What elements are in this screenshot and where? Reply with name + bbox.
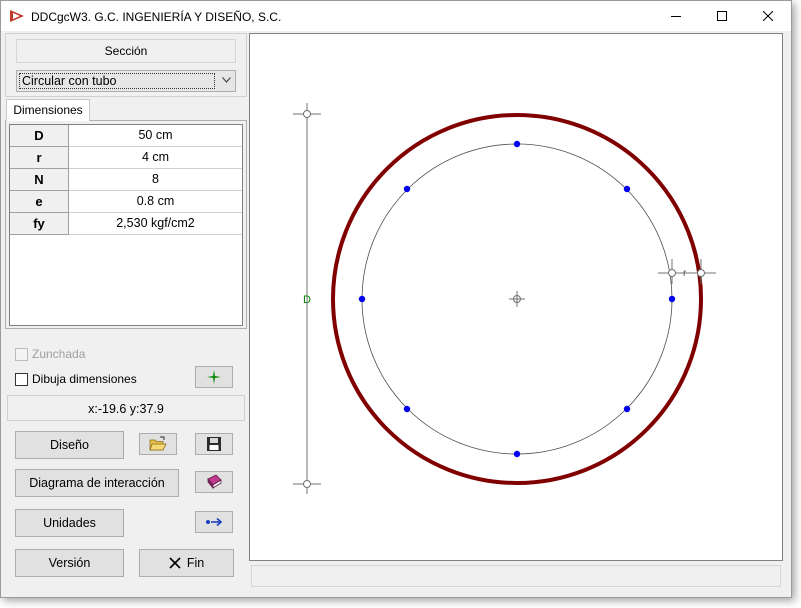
seccion-select[interactable]: Circular con tubo [16, 70, 236, 92]
grid-row-d: D 50 cm [10, 125, 242, 147]
version-button[interactable]: Versión [15, 549, 124, 577]
grid-key: r [10, 147, 69, 169]
crosshair-button[interactable] [195, 366, 233, 388]
rebar-point [623, 185, 631, 193]
app-window: DDCgcW3. G.C. INGENIERÍA Y DISEÑO, S.C. … [0, 0, 792, 598]
section-drawing: D r [293, 103, 716, 494]
fin-button[interactable]: Fin [139, 549, 234, 577]
title-bar: DDCgcW3. G.C. INGENIERÍA Y DISEÑO, S.C. [1, 1, 791, 31]
grid-row-r: r 4 cm [10, 147, 242, 169]
left-panel: Sección Circular con tubo Dimensiones D … [5, 33, 247, 593]
grid-value[interactable]: 8 [69, 169, 242, 191]
rebar-point [403, 185, 411, 193]
grid-key: N [10, 169, 69, 191]
rebar-point [403, 405, 411, 413]
zunchada-label: Zunchada [32, 347, 86, 361]
dimension-handle-bottom[interactable] [303, 480, 311, 488]
grid-value[interactable]: 50 cm [69, 125, 242, 147]
radius-handle-outer[interactable] [697, 269, 705, 277]
rebar-point [668, 295, 676, 303]
rebar-point [513, 140, 521, 148]
options-panel: Zunchada Dibuja dimensiones [5, 333, 247, 393]
fin-label: Fin [186, 556, 205, 570]
grid-value[interactable]: 2,530 kgf/cm2 [69, 213, 242, 235]
dimensions-grid: D 50 cm r 4 cm N 8 e 0.8 cm fy 2,530 kgf… [9, 124, 243, 326]
seccion-select-value: Circular con tubo [19, 73, 215, 89]
dimension-label-d: D [303, 294, 311, 306]
exchange-arrow-icon [206, 517, 223, 527]
tabs-panel: Dimensiones D 50 cm r 4 cm N 8 e 0.8 cm … [5, 99, 247, 329]
crosshair-icon [207, 370, 221, 384]
unidades-button[interactable]: Unidades [15, 509, 124, 537]
dimension-handle-top[interactable] [303, 110, 311, 118]
grid-key: e [10, 191, 69, 213]
maximize-button[interactable] [699, 1, 745, 31]
grid-value[interactable]: 0.8 cm [69, 191, 242, 213]
tab-body: D 50 cm r 4 cm N 8 e 0.8 cm fy 2,530 kgf… [5, 120, 247, 329]
open-folder-icon [149, 436, 167, 451]
radius-handle-inner[interactable] [668, 269, 676, 277]
grid-row-n: N 8 [10, 169, 242, 191]
app-logo-icon [10, 10, 24, 22]
dibuja-label: Dibuja dimensiones [32, 372, 137, 386]
grid-row-e: e 0.8 cm [10, 191, 242, 213]
grid-row-fy: fy 2,530 kgf/cm2 [10, 213, 242, 235]
save-button[interactable] [195, 433, 233, 455]
close-button[interactable] [745, 1, 791, 31]
grid-key: fy [10, 213, 69, 235]
dibuja-checkbox-box [15, 372, 28, 386]
rebar-point [513, 450, 521, 458]
chevron-down-icon [222, 77, 231, 83]
diagrama-interaccion-button[interactable]: Diagrama de interacción [15, 469, 179, 497]
tab-dimensiones[interactable]: Dimensiones [6, 99, 90, 121]
zunchada-checkbox[interactable]: Zunchada [15, 347, 85, 361]
grid-value[interactable]: 4 cm [69, 147, 242, 169]
drawing-canvas[interactable]: D r [249, 33, 783, 561]
rebar-point [623, 405, 631, 413]
close-x-icon [169, 557, 181, 569]
center-crosshair-icon [509, 291, 525, 307]
seccion-header: Sección [16, 39, 236, 63]
open-button[interactable] [139, 433, 177, 455]
exchange-button[interactable] [195, 511, 233, 533]
rebar-point [358, 295, 366, 303]
book-button[interactable] [195, 471, 233, 493]
seccion-panel: Sección Circular con tubo [5, 33, 247, 97]
dibuja-dimensiones-checkbox[interactable]: Dibuja dimensiones [15, 372, 137, 386]
zunchada-checkbox-box [15, 347, 28, 361]
status-bar [251, 565, 781, 587]
coordinates-readout: x:-19.6 y:37.9 [7, 395, 245, 421]
maximize-icon [717, 11, 727, 21]
book-icon [207, 474, 222, 490]
minimize-button[interactable] [653, 1, 699, 31]
window-title: DDCgcW3. G.C. INGENIERÍA Y DISEÑO, S.C. [31, 10, 282, 24]
grid-key: D [10, 125, 69, 147]
close-icon [763, 11, 773, 21]
save-disk-icon [207, 437, 221, 451]
minimize-icon [671, 16, 681, 17]
diseno-button[interactable]: Diseño [15, 431, 124, 459]
